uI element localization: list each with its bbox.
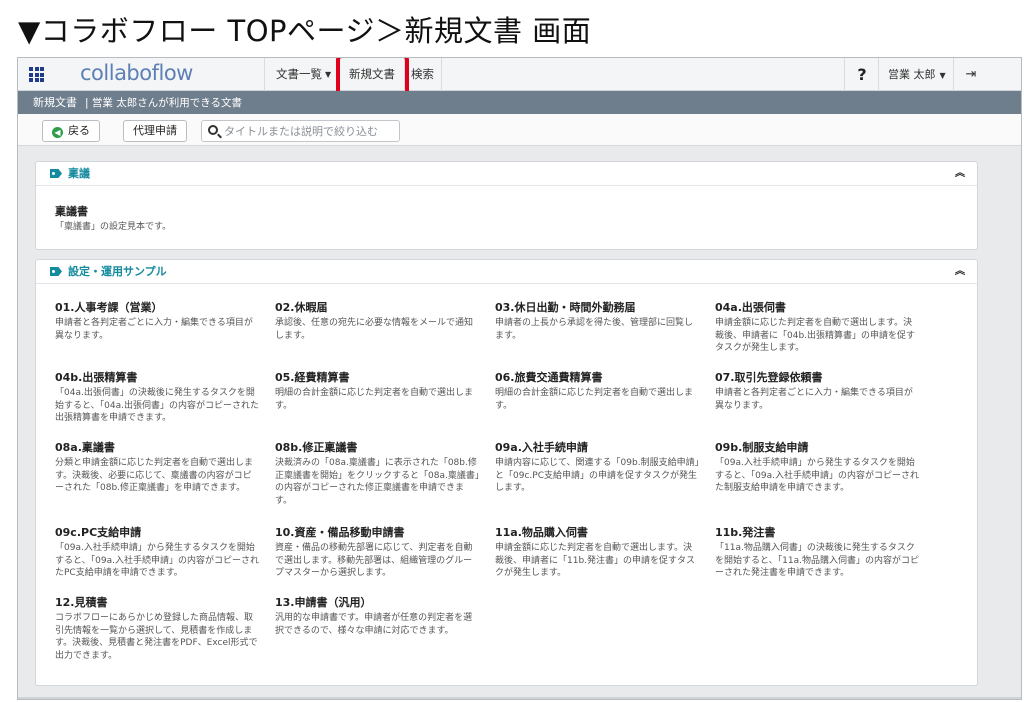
chevron-down-icon: ▼ bbox=[325, 70, 332, 79]
breadcrumb-title: 新規文書 bbox=[33, 96, 77, 109]
doc-item[interactable]: 稟議書 「稟議書」の設定見本です。 bbox=[55, 204, 455, 234]
category-panel-samples: 設定・運用サンプル ︽ 01.人事考課（営業） 申請者と各判定者ごとに入力・編集で… bbox=[35, 259, 978, 686]
app-menu-grid-icon[interactable] bbox=[29, 67, 44, 82]
doc-item[interactable]: 11a.物品購入伺書申請金額に応じた判定者を自動で選出します。決裁後、申請者に「… bbox=[495, 525, 700, 580]
tag-icon bbox=[50, 267, 62, 276]
doc-description: 申請内容に応じて、関連する「09b.制服支給申請」と「09c.PC支給申請」の申… bbox=[495, 458, 700, 493]
proxy-apply-button[interactable]: 代理申請 bbox=[123, 120, 187, 142]
doc-item[interactable]: 11b.発注書「11a.物品購入伺書」の決裁後に発生するタスクを開始すると、「1… bbox=[715, 525, 920, 580]
doc-title: 02.休暇届 bbox=[275, 301, 328, 314]
doc-title: 01.人事考課（営業） bbox=[55, 301, 163, 314]
doc-description: 汎用的な申請書です。申請者が任意の判定者を選択できるので、様々な申請に対応できま… bbox=[275, 613, 473, 636]
doc-description: 「04a.出張伺書」の決裁後に発生するタスクを開始すると、「04a.出張伺書」の… bbox=[55, 388, 259, 423]
nav-doc-list[interactable]: 文書一覧 ▼ bbox=[276, 58, 331, 91]
doc-title: 13.申請書（汎用） bbox=[275, 596, 372, 609]
logout-icon[interactable]: ⇥ bbox=[961, 58, 981, 91]
search-icon bbox=[208, 125, 218, 135]
doc-item[interactable]: 04b.出張精算書「04a.出張伺書」の決裁後に発生するタスクを開始すると、「0… bbox=[55, 370, 260, 425]
back-button[interactable]: ◀ 戻る bbox=[42, 120, 100, 142]
toolbar: ◀ 戻る 代理申請 bbox=[18, 114, 1021, 146]
panel-title: 設定・運用サンプル bbox=[68, 265, 167, 278]
doc-item[interactable]: 06.旅費交通費精算書明細の合計金額に応じた判定者を自動で選出します。 bbox=[495, 370, 700, 412]
doc-description: 決裁済みの「08a.稟議書」に表示された「08b.修正稟議書を開始」をクリックす… bbox=[275, 458, 480, 506]
doc-description: 申請者と各判定者ごとに入力・編集できる項目が異なります。 bbox=[55, 318, 253, 341]
panel-title: 稟議 bbox=[68, 167, 90, 180]
filter-search-input[interactable] bbox=[224, 122, 396, 140]
nav-divider bbox=[953, 58, 954, 91]
doc-item[interactable]: 01.人事考課（営業） 申請者と各判定者ごとに入力・編集できる項目が異なります。 bbox=[55, 300, 260, 342]
nav-divider bbox=[878, 58, 879, 91]
doc-title: 11b.発注書 bbox=[715, 526, 776, 539]
doc-item[interactable]: 09a.入社手続申請申請内容に応じて、関連する「09b.制服支給申請」と「09c… bbox=[495, 440, 700, 495]
doc-item[interactable]: 10.資産・備品移動申請書資産・備品の移動先部署に応じて、判定者を自動で選出しま… bbox=[275, 525, 480, 580]
app-window: collaboflow 文書一覧 ▼ 新規文書 検索 ? 営業 太郎 ▼ ⇥ 新規文… bbox=[17, 57, 1022, 700]
doc-title: 10.資産・備品移動申請書 bbox=[275, 526, 405, 539]
doc-item[interactable]: 03.休日出勤・時間外勤務届申請者の上長から承認を得た後、管理部に回覧します。 bbox=[495, 300, 700, 342]
back-button-label: 戻る bbox=[68, 124, 90, 137]
doc-title: 07.取引先登録依頼書 bbox=[715, 371, 823, 384]
doc-title: 06.旅費交通費精算書 bbox=[495, 371, 603, 384]
panel-header[interactable]: 稟議 ︽ bbox=[36, 162, 977, 186]
collapse-chevron-icon[interactable]: ︽ bbox=[955, 260, 965, 284]
breadcrumb-subtitle: | 営業 太郎さんが利用できる文書 bbox=[85, 97, 243, 109]
doc-description: 資産・備品の移動先部署に応じて、判定者を自動で選出します。移動先部署は、組織管理… bbox=[275, 543, 473, 578]
doc-description: 申請金額に応じた判定者を自動で選出します。決裁後、申請者に「11b.発注書」の申… bbox=[495, 543, 696, 578]
doc-description: 明細の合計金額に応じた判定者を自動で選出します。 bbox=[495, 388, 694, 411]
collaboflow-logo[interactable]: collaboflow bbox=[80, 61, 193, 85]
doc-title: 03.休日出勤・時間外勤務届 bbox=[495, 301, 636, 314]
panel-header[interactable]: 設定・運用サンプル ︽ bbox=[36, 260, 977, 284]
doc-title: 08b.修正稟議書 bbox=[275, 441, 358, 454]
doc-title: 09c.PC支給申請 bbox=[55, 526, 142, 539]
doc-description: 「11a.物品購入伺書」の決裁後に発生するタスクを開始すると、「11a.物品購入… bbox=[715, 543, 919, 578]
doc-title: 12.見積書 bbox=[55, 596, 108, 609]
nav-search[interactable]: 検索 bbox=[411, 58, 434, 91]
doc-item[interactable]: 09c.PC支給申請「09a.入社手続申請」から発生するタスクを開始すると、「0… bbox=[55, 525, 260, 580]
back-arrow-icon: ◀ bbox=[52, 127, 63, 138]
user-menu[interactable]: 営業 太郎 ▼ bbox=[888, 58, 946, 91]
doc-title: 09b.制服支給申請 bbox=[715, 441, 809, 454]
doc-item[interactable]: 13.申請書（汎用） 汎用的な申請書です。申請者が任意の判定者を選択できるので、様… bbox=[275, 595, 480, 637]
doc-item[interactable]: 05.経費精算書明細の合計金額に応じた判定者を自動で選出します。 bbox=[275, 370, 480, 412]
category-panel-ringi: 稟議 ︽ 稟議書 「稟議書」の設定見本です。 bbox=[35, 161, 978, 250]
user-name: 営業 太郎 bbox=[888, 68, 936, 81]
doc-description: 「稟議書」の設定見本です。 bbox=[55, 222, 172, 232]
doc-description: 申請者の上長から承認を得た後、管理部に回覧します。 bbox=[495, 318, 694, 341]
doc-title: 11a.物品購入伺書 bbox=[495, 526, 588, 539]
doc-title: 09a.入社手続申請 bbox=[495, 441, 588, 454]
doc-description: 申請金額に応じた判定者を自動で選出します。決裁後、申請者に「04b.出張精算書」… bbox=[715, 318, 916, 353]
doc-description: 分類と申請金額に応じた判定者を自動で選出します。決裁後、必要に応じて、稟議書の内… bbox=[55, 458, 254, 493]
chevron-down-icon: ▼ bbox=[939, 71, 946, 80]
doc-description: コラボフローにあらかじめ登録した商品情報、取引先情報を一覧から選択して、見積書を… bbox=[55, 613, 258, 661]
doc-title: 04a.出張伺書 bbox=[715, 301, 786, 314]
nav-divider bbox=[844, 58, 845, 91]
doc-description: 申請者と各判定者ごとに入力・編集できる項目が異なります。 bbox=[715, 388, 913, 411]
doc-title: 05.経費精算書 bbox=[275, 371, 350, 384]
doc-description: 「09a.入社手続申請」から発生するタスクを開始すると、「09a.入社手続申請」… bbox=[715, 458, 919, 493]
collapse-chevron-icon[interactable]: ︽ bbox=[955, 162, 965, 186]
page-caption: ▼コラボフロー TOPページ＞新規文書 画面 bbox=[18, 14, 592, 48]
filter-search-box bbox=[201, 120, 400, 142]
breadcrumb: 新規文書 | 営業 太郎さんが利用できる文書 bbox=[18, 91, 1021, 114]
doc-title: 稟議書 bbox=[55, 205, 88, 218]
nav-divider bbox=[264, 58, 265, 91]
doc-item[interactable]: 04a.出張伺書申請金額に応じた判定者を自動で選出します。決裁後、申請者に「04… bbox=[715, 300, 920, 355]
doc-item[interactable]: 09b.制服支給申請「09a.入社手続申請」から発生するタスクを開始すると、「0… bbox=[715, 440, 920, 495]
doc-item[interactable]: 02.休暇届承認後、任意の宛先に必要な情報をメールで通知します。 bbox=[275, 300, 480, 342]
doc-item[interactable]: 08a.稟議書分類と申請金額に応じた判定者を自動で選出します。決裁後、必要に応じ… bbox=[55, 440, 260, 495]
help-icon[interactable]: ? bbox=[847, 58, 877, 91]
doc-item[interactable]: 07.取引先登録依頼書申請者と各判定者ごとに入力・編集できる項目が異なります。 bbox=[715, 370, 920, 412]
nav-divider bbox=[441, 58, 442, 91]
tag-icon bbox=[50, 169, 62, 178]
doc-title: 08a.稟議書 bbox=[55, 441, 115, 454]
doc-item[interactable]: 12.見積書コラボフローにあらかじめ登録した商品情報、取引先情報を一覧から選択し… bbox=[55, 595, 260, 662]
doc-description: 明細の合計金額に応じた判定者を自動で選出します。 bbox=[275, 388, 474, 411]
doc-description: 承認後、任意の宛先に必要な情報をメールで通知します。 bbox=[275, 318, 474, 341]
horizontal-scrollbar[interactable] bbox=[18, 697, 1021, 699]
top-navbar: collaboflow 文書一覧 ▼ 新規文書 検索 ? 営業 太郎 ▼ ⇥ bbox=[18, 58, 1021, 97]
doc-item[interactable]: 08b.修正稟議書決裁済みの「08a.稟議書」に表示された「08b.修正稟議書を… bbox=[275, 440, 480, 507]
doc-description: 「09a.入社手続申請」から発生するタスクを開始すると、「09a.入社手続申請」… bbox=[55, 543, 259, 578]
nav-doc-list-label: 文書一覧 bbox=[276, 67, 322, 81]
doc-title: 04b.出張精算書 bbox=[55, 371, 138, 384]
